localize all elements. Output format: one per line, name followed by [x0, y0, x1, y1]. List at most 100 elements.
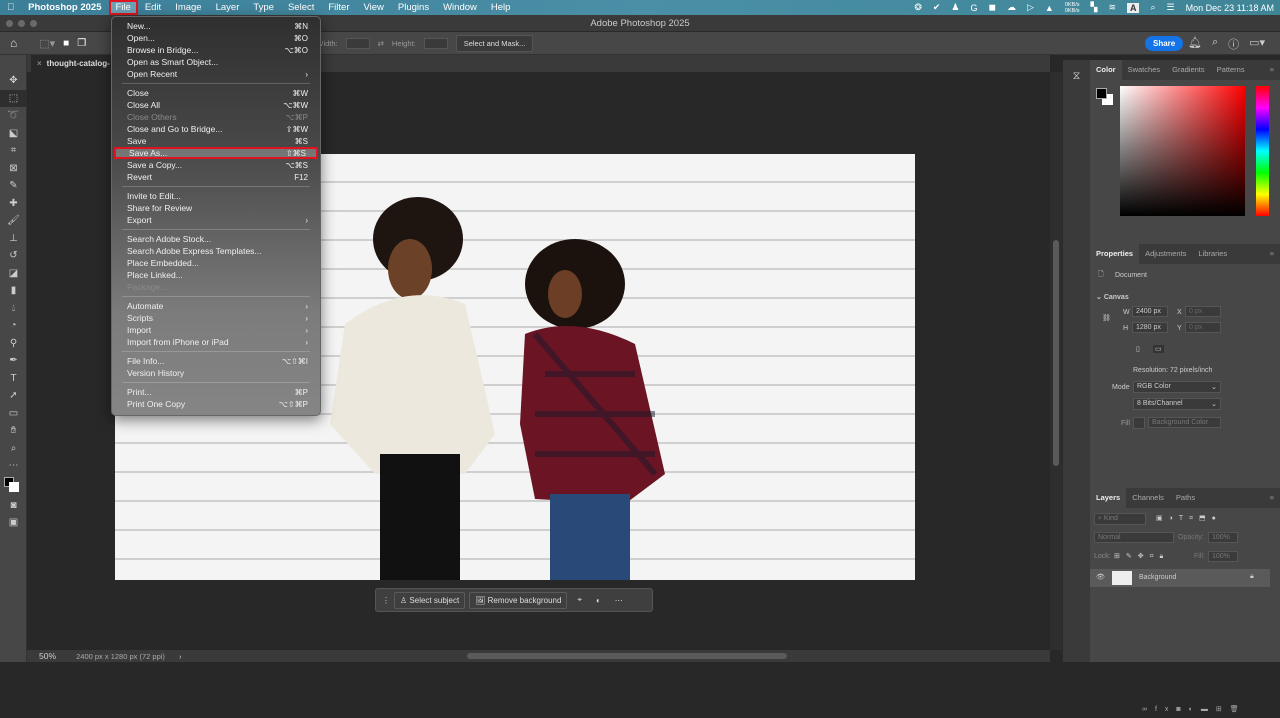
menu-file[interactable]: File [108, 0, 138, 15]
clock[interactable]: Mon Dec 23 11:18 AM [1186, 3, 1274, 13]
file-menu-item-place-linked[interactable]: Place Linked... [112, 269, 320, 281]
menu-edit[interactable]: Edit [138, 0, 168, 15]
layer-action-icons[interactable]: ∞fx◙◐▬⊞🗑︎ [1142, 705, 1247, 713]
play-icon[interactable]: ▷ [1027, 2, 1034, 13]
mode-select[interactable]: RGB Color ⌄ [1133, 381, 1221, 393]
adjustment-icon[interactable]: ◐ [596, 596, 601, 605]
move-tool-icon[interactable]: ✥ [0, 72, 27, 90]
document-tab[interactable]: × thought-catalog- [31, 55, 116, 72]
menu-layer[interactable]: Layer [209, 0, 247, 15]
home-icon[interactable]: ⌂ [10, 36, 17, 50]
menu-image[interactable]: Image [168, 0, 208, 15]
file-menu-item-new[interactable]: New... ⌘N [112, 20, 320, 32]
portrait-orientation-icon[interactable]: ▯ [1136, 345, 1140, 353]
sponge-tool-icon[interactable]: ⚲ [0, 335, 27, 353]
workspace-icon[interactable]: ▭▾ [1249, 36, 1265, 52]
layer-fill-input[interactable]: 100% [1208, 551, 1238, 562]
transform-icon[interactable]: ⌖ [577, 595, 582, 605]
canvas-height-input[interactable]: 1280 px [1132, 322, 1168, 333]
tab-swatches[interactable]: Swatches [1122, 60, 1167, 80]
select-and-mask-button[interactable]: Select and Mask... [455, 34, 534, 52]
file-menu-item-close-and-go-to-bridge[interactable]: Close and Go to Bridge... ⇧⌘W [112, 123, 320, 135]
apple-icon[interactable]:  [0, 0, 21, 15]
history-panel-icon[interactable]: ⧖ [1063, 70, 1090, 83]
hue-slider[interactable] [1256, 86, 1269, 216]
remove-background-button[interactable]: 🖼︎ Remove background [469, 591, 568, 609]
visibility-eye-icon[interactable]: 👁︎ [1096, 573, 1105, 581]
crop-tool-icon[interactable]: ⌗ [0, 142, 27, 160]
quick-mask-icon[interactable]: ◙ [0, 497, 27, 515]
landscape-orientation-icon[interactable]: ▭ [1153, 345, 1164, 353]
tab-channels[interactable]: Channels [1126, 488, 1170, 508]
share-button[interactable]: Share [1145, 36, 1184, 51]
status-arrow-icon[interactable]: › [179, 652, 182, 661]
file-menu-item-save[interactable]: Save ⌘S [112, 135, 320, 147]
file-menu-item-print-one-copy[interactable]: Print One Copy ⌥⇧⌘P [112, 398, 320, 410]
menu-plugins[interactable]: Plugins [391, 0, 436, 15]
more-options-icon[interactable]: ⋯ [615, 596, 623, 605]
select-subject-button[interactable]: ♙ Select subject [394, 591, 466, 609]
swap-icon[interactable]: ⇄ [378, 39, 384, 48]
pen-tool-icon[interactable]: ✒ [0, 352, 27, 370]
lasso-tool-icon[interactable]: ➰ [0, 107, 27, 125]
bag-icon[interactable]: ▲ [1045, 3, 1054, 13]
bit-depth-select[interactable]: 8 Bits/Channel ⌄ [1133, 398, 1221, 410]
spotlight-icon[interactable]: ⌕ [1150, 2, 1155, 13]
file-menu-item-save-as[interactable]: Save As... ⇧⌘S [114, 147, 318, 159]
menu-window[interactable]: Window [436, 0, 484, 15]
tab-layers[interactable]: Layers [1090, 488, 1127, 508]
color-swatches-icon[interactable] [0, 475, 27, 497]
zoom-window-button[interactable] [30, 20, 37, 27]
rectangle-tool-icon[interactable]: ▭ [0, 405, 27, 423]
link-icon[interactable]: ⛓ [1102, 314, 1111, 322]
width-input[interactable] [345, 37, 370, 49]
lock-icons[interactable]: ⊞✎✥⌗🔒︎ [1114, 552, 1169, 561]
add-selection-icon[interactable]: ❐ [77, 38, 86, 49]
zoom-tool-icon[interactable]: ⌕ [0, 440, 27, 458]
layer-filter-select[interactable]: ⌕ Kind [1094, 513, 1146, 525]
panel-menu-icon[interactable]: ≡ [1264, 244, 1280, 264]
menu-select[interactable]: Select [281, 0, 321, 15]
menu-type[interactable]: Type [246, 0, 281, 15]
check-icon[interactable]: ✔ [933, 2, 941, 13]
eyedropper-tool-icon[interactable]: ✎ [0, 177, 27, 195]
eraser-tool-icon[interactable]: ◪ [0, 265, 27, 283]
file-menu-item-search-adobe-express-templates[interactable]: Search Adobe Express Templates... [112, 245, 320, 257]
file-menu-item-place-embedded[interactable]: Place Embedded... [112, 257, 320, 269]
grammarly-icon[interactable]: G [970, 3, 977, 13]
menu-view[interactable]: View [357, 0, 391, 15]
tab-libraries[interactable]: Libraries [1192, 244, 1233, 264]
panel-menu-icon[interactable]: ≡ [1264, 488, 1280, 508]
document-info[interactable]: 2400 px x 1280 px (72 ppi) [76, 652, 165, 661]
canvas-x-input[interactable]: 0 px [1185, 306, 1221, 317]
chatgpt-icon[interactable]: ❂ [914, 2, 922, 13]
app-icon[interactable]: ◼ [989, 2, 996, 13]
file-menu-item-close[interactable]: Close ⌘W [112, 87, 320, 99]
tab-color[interactable]: Color [1090, 60, 1122, 80]
healing-tool-icon[interactable]: ✚ [0, 195, 27, 213]
file-menu-item-revert[interactable]: Revert F12 [112, 171, 320, 183]
control-center-icon[interactable]: ☰ [1167, 2, 1175, 13]
fill-select[interactable]: Background Color [1148, 417, 1221, 428]
file-menu-item-scripts[interactable]: Scripts › [112, 312, 320, 324]
menu-app[interactable]: Photoshop 2025 [21, 0, 108, 15]
canvas-y-input[interactable]: 0 px [1185, 322, 1221, 333]
new-selection-icon[interactable]: ■ [63, 38, 69, 49]
file-menu-item-import[interactable]: Import › [112, 324, 320, 336]
file-menu-item-close-all[interactable]: Close All ⌥⌘W [112, 99, 320, 111]
height-input[interactable] [423, 37, 448, 49]
file-menu-item-browse-in-bridge[interactable]: Browse in Bridge... ⌥⌘O [112, 44, 320, 56]
notifications-icon[interactable]: 🔔︎ [1188, 36, 1202, 52]
tab-properties[interactable]: Properties [1090, 244, 1140, 264]
drag-handle-icon[interactable]: ⋮ [382, 596, 390, 605]
marquee-preset-icon[interactable]: ⬚▾ [39, 37, 55, 50]
file-menu-item-version-history[interactable]: Version History [112, 367, 320, 379]
stamp-tool-icon[interactable]: ⊥ [0, 230, 27, 248]
screen-mode-icon[interactable]: ▣ [0, 514, 27, 532]
brush-tool-icon[interactable]: 🖌︎ [0, 212, 27, 230]
file-menu-item-file-info[interactable]: File Info... ⌥⇧⌘I [112, 355, 320, 367]
canvas-section-toggle[interactable]: ⌄ Canvas [1096, 293, 1129, 301]
fill-swatch[interactable] [1133, 417, 1145, 429]
file-menu-item-automate[interactable]: Automate › [112, 300, 320, 312]
tab-paths[interactable]: Paths [1170, 488, 1201, 508]
